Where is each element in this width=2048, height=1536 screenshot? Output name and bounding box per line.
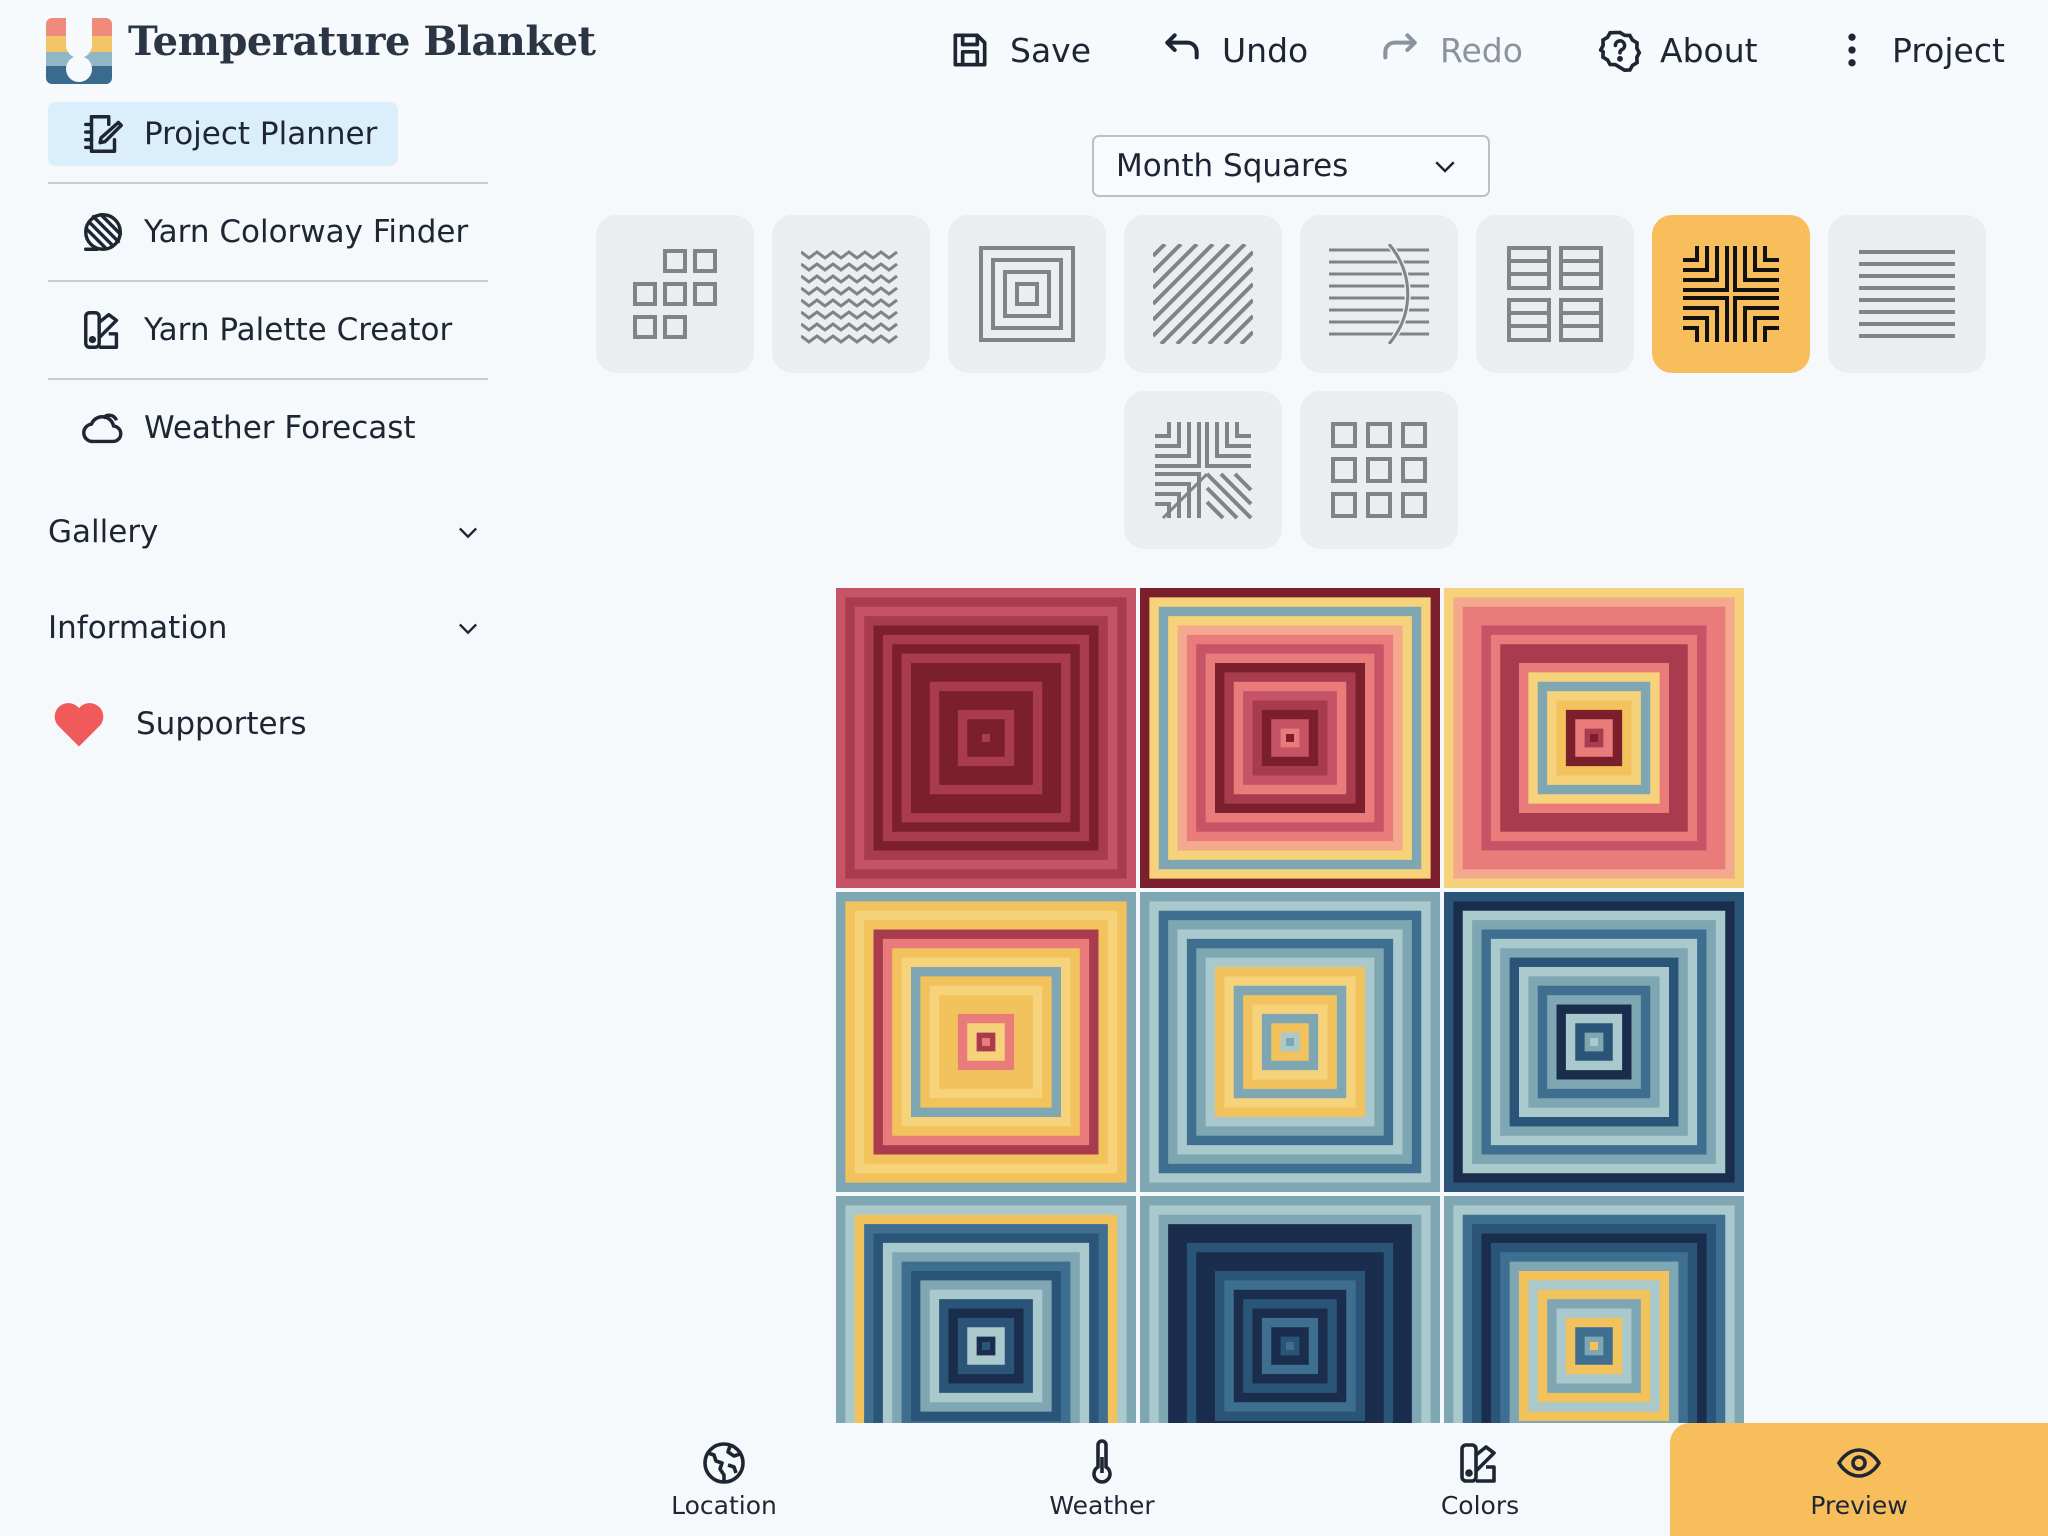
divider xyxy=(48,182,488,184)
eye-icon xyxy=(1836,1448,1882,1478)
blanket-square-7 xyxy=(836,1196,1136,1423)
pattern-option-split-grid[interactable] xyxy=(1476,215,1634,373)
pattern-layout-select[interactable]: Month Squares xyxy=(1092,135,1490,197)
cloud-icon xyxy=(82,413,123,444)
ring-center xyxy=(1286,1038,1294,1046)
divider xyxy=(48,378,488,380)
gallery-section-toggle[interactable]: Gallery xyxy=(48,502,488,562)
chevron-down-icon xyxy=(1435,161,1455,173)
chevron-down-icon xyxy=(459,527,477,539)
month-squares-icon xyxy=(1683,246,1779,342)
horizontal-rows-icon xyxy=(1859,250,1955,338)
pattern-option-month-squares[interactable] xyxy=(1652,215,1810,373)
ring-center xyxy=(1590,1038,1598,1046)
ring-center xyxy=(1286,734,1294,742)
ring-center xyxy=(982,1342,990,1350)
tab-weather[interactable]: Weather xyxy=(914,1423,1290,1536)
blanket-square-6 xyxy=(1444,892,1744,1192)
redo-icon xyxy=(1383,33,1417,60)
pattern-option-zigzag[interactable] xyxy=(772,215,930,373)
split-grid-icon xyxy=(1507,246,1603,342)
about-label: About xyxy=(1660,30,1758,70)
app-header: Temperature Blanket Save Undo Redo About… xyxy=(0,0,2048,100)
blanket-square-9 xyxy=(1444,1196,1744,1423)
globe-icon xyxy=(703,1442,745,1484)
blanket-square-1 xyxy=(836,588,1136,888)
project-menu-button[interactable]: Project xyxy=(1830,20,2005,80)
tab-preview-label: Preview xyxy=(1810,1491,1908,1520)
pattern-option-concentric-square[interactable] xyxy=(948,215,1106,373)
tab-colors-label: Colors xyxy=(1440,1491,1520,1520)
swatch-book-icon xyxy=(1460,1443,1496,1483)
save-label: Save xyxy=(1010,30,1092,70)
pattern-option-mitered-squares[interactable] xyxy=(1124,391,1282,549)
app-title: Temperature Blanket xyxy=(128,18,596,65)
ring-center xyxy=(1590,734,1598,742)
supporters-link[interactable]: Supporters xyxy=(52,694,307,754)
blanket-square-3 xyxy=(1444,588,1744,888)
tab-colors[interactable]: Colors xyxy=(1292,1423,1668,1536)
project-label: Project xyxy=(1892,30,2005,70)
ring-center xyxy=(982,734,990,742)
blanket-square-4 xyxy=(836,892,1136,1192)
undo-button[interactable]: Undo xyxy=(1160,20,1308,80)
diagonal-stripes-icon xyxy=(1153,244,1253,344)
tab-weather-label: Weather xyxy=(1049,1491,1155,1520)
blanket-square-5 xyxy=(1140,892,1440,1192)
rows-curve-icon xyxy=(1329,244,1429,344)
sidebar-item-label: Yarn Colorway Finder xyxy=(144,214,469,250)
pattern-option-diagonal[interactable] xyxy=(1124,215,1282,373)
pattern-option-nine-grid[interactable] xyxy=(1300,391,1458,549)
save-icon xyxy=(953,33,987,67)
redo-button[interactable]: Redo xyxy=(1378,20,1523,80)
help-circle-icon xyxy=(1598,30,1642,72)
about-button[interactable]: About xyxy=(1598,20,1758,80)
thermometer-icon xyxy=(1092,1439,1112,1484)
undo-label: Undo xyxy=(1222,30,1309,70)
blanket-square-2 xyxy=(1140,588,1440,888)
sidebar-item-project-planner[interactable]: Project Planner xyxy=(48,102,398,166)
sidebar-item-label: Yarn Palette Creator xyxy=(144,312,453,348)
blanket-square-8 xyxy=(1140,1196,1440,1423)
information-label: Information xyxy=(48,610,228,646)
concentric-square-icon xyxy=(979,246,1075,342)
ring-center xyxy=(982,1038,990,1046)
mitered-squares-icon xyxy=(1155,422,1253,520)
sidebar-item-yarn-colorway-finder[interactable]: Yarn Colorway Finder xyxy=(48,200,488,264)
sidebar-item-weather-forecast[interactable]: Weather Forecast xyxy=(48,396,488,460)
more-vertical-icon xyxy=(1848,33,1856,67)
sidebar-item-label: Project Planner xyxy=(144,116,378,152)
divider xyxy=(48,280,488,282)
tab-location[interactable]: Location xyxy=(536,1423,912,1536)
ring-center xyxy=(1590,1342,1598,1350)
pattern-option-squares-grid[interactable] xyxy=(596,215,754,373)
information-section-toggle[interactable]: Information xyxy=(48,598,488,658)
sidebar-item-yarn-palette-creator[interactable]: Yarn Palette Creator xyxy=(48,298,488,362)
tab-preview[interactable]: Preview xyxy=(1670,1423,2048,1536)
gallery-label: Gallery xyxy=(48,514,159,550)
ring-center xyxy=(1286,1342,1294,1350)
pattern-option-rows[interactable] xyxy=(1828,215,1986,373)
notebook-edit-icon xyxy=(84,115,123,153)
pattern-layout-value: Month Squares xyxy=(1116,148,1349,184)
zigzag-icon xyxy=(801,250,898,344)
pattern-option-rows-curve[interactable] xyxy=(1300,215,1458,373)
sidebar-item-label: Weather Forecast xyxy=(144,410,416,446)
blanket-preview xyxy=(836,588,1748,1423)
grid-squares-icon xyxy=(633,249,717,339)
heart-icon xyxy=(54,703,104,747)
supporters-label: Supporters xyxy=(136,706,307,742)
redo-label: Redo xyxy=(1440,30,1523,70)
undo-icon xyxy=(1165,33,1199,60)
save-button[interactable]: Save xyxy=(948,20,1091,80)
chevron-down-icon xyxy=(459,623,477,635)
swatch-book-icon xyxy=(84,311,119,349)
tab-location-label: Location xyxy=(671,1491,777,1520)
yarn-ball-icon xyxy=(84,213,122,251)
app-logo xyxy=(46,18,112,84)
nine-grid-icon xyxy=(1331,422,1427,518)
